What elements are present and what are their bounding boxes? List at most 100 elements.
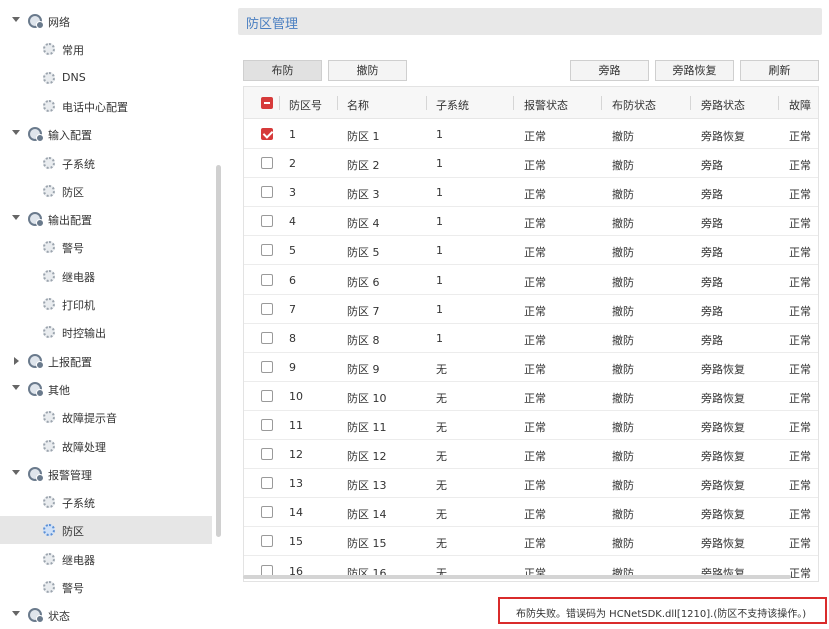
sidebar-category[interactable]: 其他 [0, 375, 212, 403]
column-header[interactable]: 名称 [347, 97, 369, 113]
chevron-down-icon[interactable] [12, 17, 20, 22]
table-cell: 旁路恢复 [701, 391, 745, 405]
sidebar-item[interactable]: 故障提示音 [0, 403, 212, 431]
column-header[interactable]: 布防状态 [612, 97, 656, 113]
table-row[interactable]: 15 防区 15 无 正常 撤防 旁路恢复 正常 [244, 527, 818, 557]
chevron-right-icon[interactable] [14, 356, 19, 365]
column-separator[interactable] [513, 96, 514, 110]
row-checkbox[interactable] [261, 157, 273, 170]
table-row[interactable]: 14 防区 14 无 正常 撤防 旁路恢复 正常 [244, 498, 818, 528]
gear-icon [43, 298, 55, 310]
chevron-down-icon[interactable] [12, 469, 20, 475]
row-checkbox[interactable] [261, 419, 273, 431]
sidebar-category[interactable]: 上报配置 [0, 347, 212, 375]
sidebar-category[interactable]: 网络 [0, 7, 212, 35]
horizontal-scrollbar[interactable] [243, 575, 791, 579]
column-separator[interactable] [337, 96, 338, 110]
column-separator[interactable] [778, 96, 779, 110]
column-separator[interactable] [601, 96, 602, 110]
column-header[interactable]: 子系统 [436, 97, 469, 113]
table-row[interactable]: 12 防区 12 无 正常 撤防 旁路恢复 正常 [244, 440, 818, 470]
sidebar-item[interactable]: 故障处理 [0, 432, 212, 460]
sidebar-item[interactable]: 电话中心配置 [0, 92, 212, 120]
sidebar-item[interactable]: 防区 [0, 177, 212, 205]
sidebar-item[interactable]: 继电器 [0, 262, 212, 290]
sidebar-category[interactable]: 状态 [0, 601, 212, 629]
column-header[interactable]: 故障 [789, 97, 811, 113]
table-row[interactable]: 5 防区 5 1 正常 撤防 旁路 正常 [244, 236, 818, 266]
table-cell: 正常 [524, 508, 546, 522]
chevron-down-icon[interactable] [12, 215, 20, 221]
chevron-down-icon[interactable] [12, 130, 20, 136]
bypass-restore-button[interactable]: 旁路恢复 [655, 60, 734, 81]
sidebar-item[interactable]: 继电器 [0, 545, 212, 573]
row-checkbox[interactable] [261, 506, 273, 519]
column-separator[interactable] [279, 96, 280, 110]
table-cell: 撤防 [612, 421, 634, 434]
sidebar-item[interactable]: 子系统 [0, 488, 212, 516]
bypass-button[interactable]: 旁路 [570, 60, 649, 81]
row-checkbox[interactable] [261, 389, 273, 402]
sidebar-item[interactable]: 防区 [0, 516, 212, 545]
sidebar-item[interactable]: 时控输出 [0, 318, 212, 346]
table-row[interactable]: 7 防区 7 1 正常 撤防 旁路 正常 [244, 295, 818, 324]
table-cell: 1 [436, 302, 443, 316]
row-checkbox[interactable] [261, 215, 273, 228]
table-row[interactable]: 3 防区 3 1 正常 撤防 旁路 正常 [244, 178, 818, 208]
table-row[interactable]: 9 防区 9 无 正常 撤防 旁路恢复 正常 [244, 353, 818, 382]
sidebar-category[interactable]: 报警管理 [0, 460, 212, 488]
table-cell: 防区 10 [347, 391, 387, 405]
table-cell: 正常 [524, 479, 546, 493]
column-header[interactable]: 旁路状态 [701, 97, 745, 113]
table-cell: 正常 [789, 362, 811, 376]
row-checkbox[interactable] [261, 128, 273, 140]
arm-button[interactable]: 布防 [243, 60, 322, 81]
table-cell: 防区 12 [347, 450, 387, 464]
refresh-button[interactable]: 刷新 [740, 60, 819, 81]
sidebar-item[interactable]: 常用 [0, 35, 212, 63]
select-all-checkbox[interactable] [261, 97, 273, 109]
table-row[interactable]: 2 防区 2 1 正常 撤防 旁路 正常 [244, 149, 818, 179]
table-row[interactable]: 13 防区 13 无 正常 撤防 旁路恢复 正常 [244, 469, 818, 499]
sidebar-item-label: 故障提示音 [62, 412, 117, 426]
table-row[interactable]: 11 防区 11 无 正常 撤防 旁路恢复 正常 [244, 411, 818, 440]
table-cell: 12 [289, 448, 303, 462]
sidebar-item[interactable]: 警号 [0, 233, 212, 261]
sidebar-item[interactable]: DNS [0, 64, 212, 92]
column-header[interactable]: 报警状态 [524, 97, 568, 113]
row-checkbox[interactable] [261, 477, 273, 490]
table-row[interactable]: 1 防区 1 1 正常 撤防 旁路恢复 正常 [244, 120, 818, 149]
row-checkbox[interactable] [261, 244, 273, 257]
sidebar-category[interactable]: 输出配置 [0, 205, 212, 233]
sidebar-item[interactable]: 警号 [0, 573, 212, 601]
gear-icon [43, 269, 55, 282]
row-checkbox[interactable] [261, 360, 273, 373]
table-cell: 撤防 [612, 450, 634, 464]
column-separator[interactable] [690, 96, 691, 110]
sidebar-scrollbar[interactable] [216, 165, 221, 537]
row-checkbox[interactable] [261, 448, 273, 461]
row-checkbox[interactable] [261, 273, 273, 286]
row-checkbox[interactable] [261, 302, 273, 315]
table-cell: 无 [436, 537, 447, 551]
table-row[interactable]: 10 防区 10 无 正常 撤防 旁路恢复 正常 [244, 382, 818, 411]
row-checkbox[interactable] [261, 331, 273, 344]
table-cell: 正常 [524, 159, 546, 173]
disarm-button[interactable]: 撤防 [328, 60, 407, 81]
table-row[interactable]: 8 防区 8 1 正常 撤防 旁路 正常 [244, 324, 818, 353]
sidebar-item[interactable]: 打印机 [0, 290, 212, 318]
chevron-down-icon[interactable] [12, 384, 20, 390]
sidebar-item[interactable]: 子系统 [0, 149, 212, 177]
table-row[interactable]: 4 防区 4 1 正常 撤防 旁路 正常 [244, 207, 818, 237]
row-checkbox[interactable] [261, 186, 273, 199]
chevron-down-icon[interactable] [12, 611, 20, 617]
sidebar-category[interactable]: 输入配置 [0, 120, 212, 148]
table-cell: 防区 8 [347, 333, 380, 347]
column-separator[interactable] [426, 96, 427, 110]
gear-icon [28, 14, 44, 29]
sidebar-item-label: 子系统 [62, 497, 95, 511]
row-checkbox[interactable] [261, 535, 273, 548]
column-header[interactable]: 防区号 [289, 97, 322, 113]
gear-icon [28, 353, 44, 369]
table-row[interactable]: 6 防区 6 1 正常 撤防 旁路 正常 [244, 266, 818, 295]
